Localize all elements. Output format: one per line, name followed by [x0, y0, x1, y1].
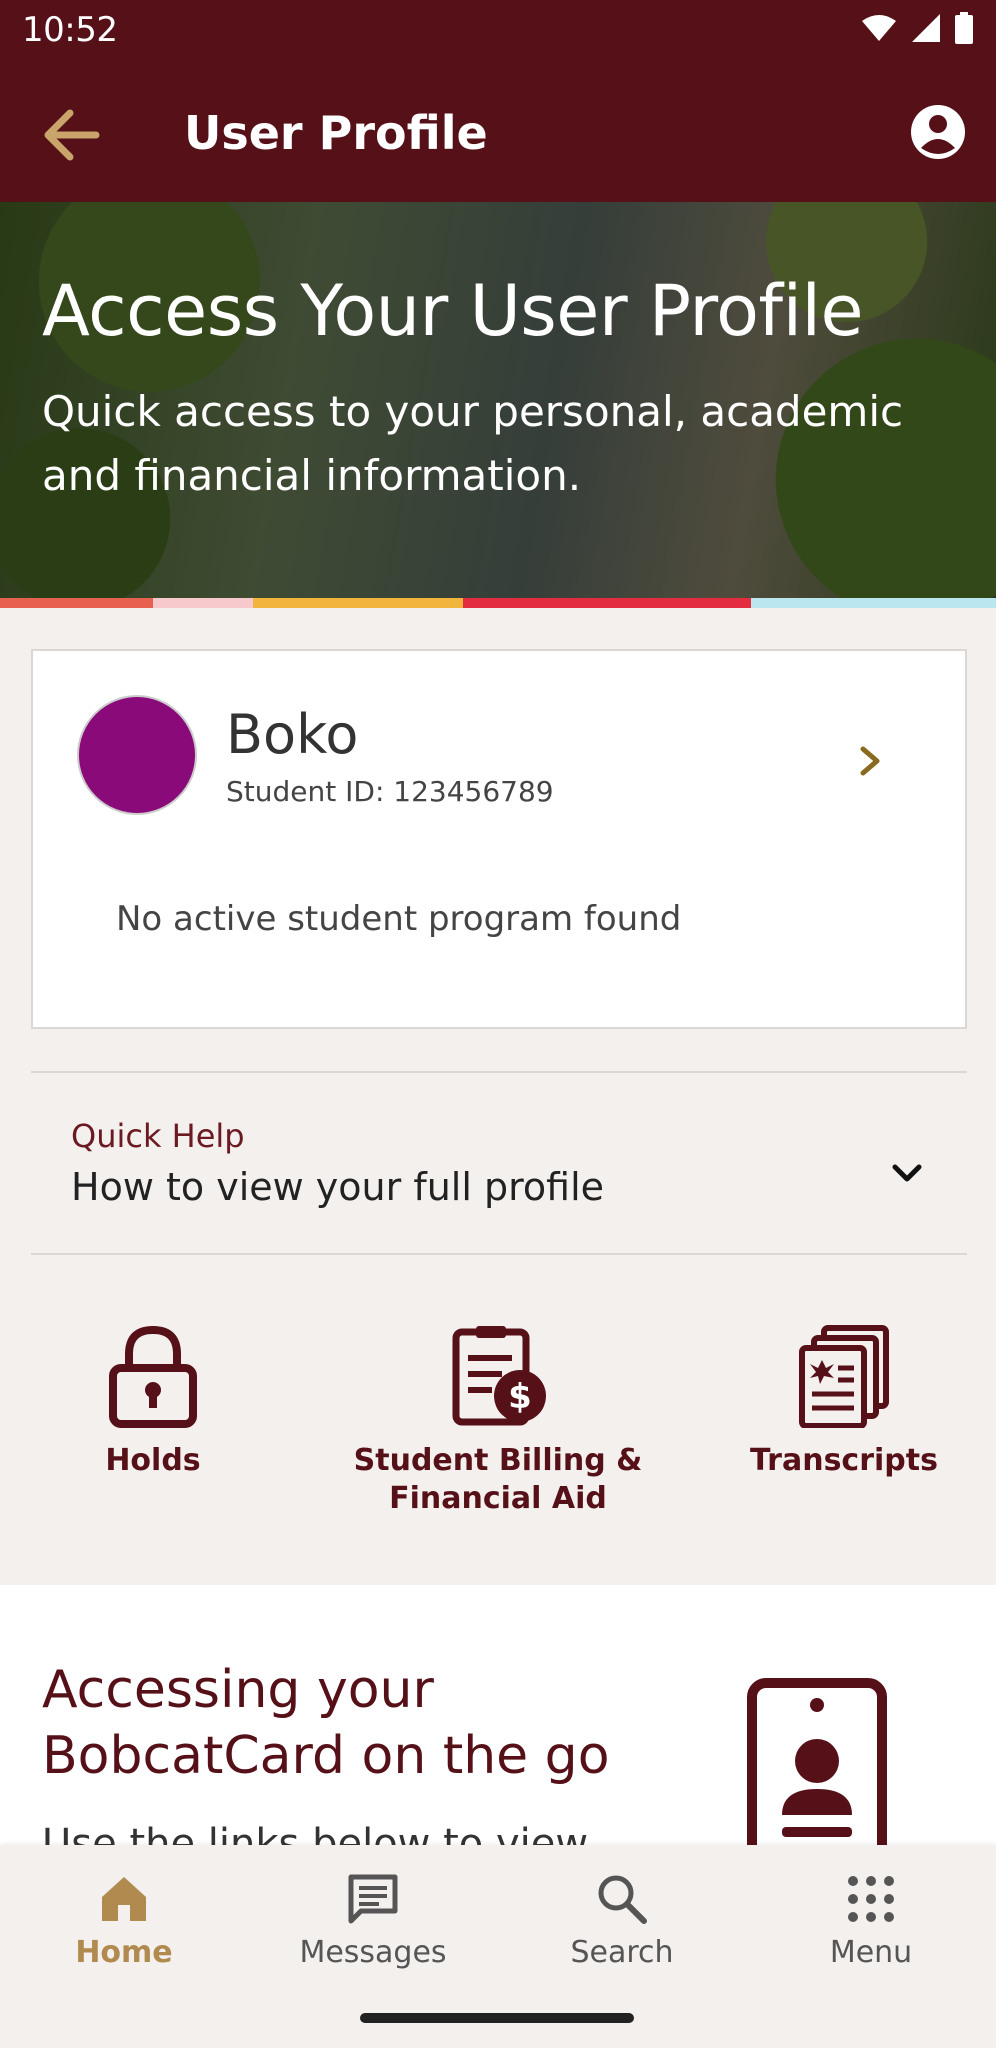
student-name: Boko [226, 703, 359, 766]
messages-icon [348, 1874, 398, 1924]
bobcatcard-promo: Accessing your BobcatCard on the go Use … [0, 1585, 996, 1845]
transcripts-icon [799, 1325, 889, 1428]
back-arrow-icon[interactable] [36, 100, 106, 170]
mobile-id-card-icon [747, 1678, 887, 1845]
hero-title: Access Your User Profile [42, 270, 864, 352]
account-circle-icon[interactable] [908, 102, 968, 162]
status-bar: 10:52 [0, 0, 996, 62]
stripe-segment-1 [0, 598, 153, 608]
nav-search[interactable]: Search [522, 1871, 722, 1970]
system-icons [860, 12, 974, 44]
bottom-navigation: Home Messages Search Menu [0, 1845, 996, 2048]
nav-menu-label: Menu [829, 1935, 913, 1970]
search-icon [598, 1875, 647, 1924]
tile-holds[interactable]: Holds [0, 1310, 313, 1480]
tile-transcripts-label: Transcripts [750, 1443, 938, 1478]
status-time: 10:52 [22, 10, 118, 50]
app-bar: User Profile [0, 62, 996, 202]
gesture-home-bar[interactable] [360, 2013, 634, 2023]
battery-icon [955, 12, 973, 44]
nav-messages-label: Messages [299, 1935, 447, 1970]
grid-menu-icon [848, 1876, 894, 1922]
nav-menu[interactable]: Menu [771, 1871, 971, 1970]
tile-billing[interactable]: $ Student Billing & Financial Aid [338, 1310, 658, 1518]
stripe-segment-5 [751, 598, 996, 608]
profile-card[interactable]: Boko Student ID: 123456789 No active stu… [31, 649, 967, 1029]
home-icon [102, 1877, 146, 1921]
tile-holds-label: Holds [105, 1443, 201, 1478]
quick-help-accordion[interactable]: Quick Help How to view your full profile [31, 1071, 967, 1255]
nav-search-label: Search [570, 1935, 674, 1970]
tile-transcripts[interactable]: Transcripts [684, 1310, 996, 1480]
stripe-segment-3 [253, 598, 463, 608]
chevron-down-icon[interactable] [887, 1153, 927, 1193]
signal-icon [912, 14, 940, 42]
quick-help-question: How to view your full profile [71, 1165, 605, 1209]
student-id: Student ID: 123456789 [226, 775, 554, 808]
stripe-segment-2 [153, 598, 253, 608]
nav-home-label: Home [75, 1935, 173, 1970]
billing-document-icon: $ [452, 1326, 546, 1426]
page-title: User Profile [184, 106, 488, 160]
promo-body: Use the links below to view [42, 1821, 589, 1845]
tile-billing-label: Student Billing & Financial Aid [353, 1443, 643, 1516]
chevron-right-icon[interactable] [855, 741, 885, 781]
promo-title: Accessing your BobcatCard on the go [42, 1660, 610, 1786]
stripe-segment-4 [463, 598, 751, 608]
lock-icon [109, 1325, 197, 1428]
quick-help-label: Quick Help [71, 1117, 245, 1155]
hero-banner: Access Your User Profile Quick access to… [0, 202, 996, 598]
wifi-icon [862, 15, 896, 41]
hero-subtitle: Quick access to your personal, academic … [42, 387, 904, 500]
svg-text:$: $ [508, 1377, 532, 1417]
nav-home[interactable]: Home [24, 1871, 224, 1970]
quick-links: Holds $ Student Billing & Financial Aid … [0, 1310, 996, 1580]
avatar [77, 695, 197, 815]
nav-messages[interactable]: Messages [273, 1871, 473, 1970]
program-status: No active student program found [116, 899, 682, 939]
